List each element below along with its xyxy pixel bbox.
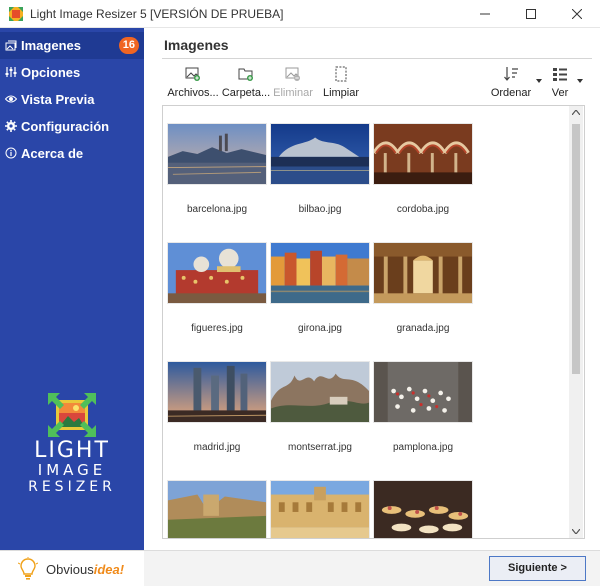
sidebar-item-label: Configuración: [21, 119, 110, 134]
image-thumbnail: [373, 361, 473, 423]
add-image-icon: [185, 67, 200, 81]
view-button[interactable]: Ver: [546, 66, 574, 100]
image-thumbnail: [270, 242, 370, 304]
image-thumbnail: [270, 123, 370, 185]
sidebar-item-configuracion[interactable]: Configuración: [0, 113, 144, 140]
sidebar-item-label: Acerca de: [21, 146, 84, 161]
brand-line-image: IMAGE: [37, 461, 107, 479]
main-panel: Imagenes Archivos... Carpeta... Eliminar: [144, 28, 600, 550]
sidebar: Imagenes 16 Opciones Vista Previa Config…: [0, 28, 144, 550]
image-filename: cordoba.jpg: [396, 204, 450, 215]
obviousidea-footer[interactable]: Obviousidea!: [0, 550, 144, 586]
sidebar-item-imagenes[interactable]: Imagenes 16: [0, 32, 144, 59]
image-thumbnail: [373, 123, 473, 185]
image-filename: montserrat.jpg: [288, 442, 352, 453]
images-icon: [5, 40, 17, 51]
image-filename: granada.jpg: [396, 323, 450, 334]
sort-dropdown-caret-icon[interactable]: [536, 79, 542, 83]
sort-icon: [504, 67, 518, 81]
remove-label: Eliminar: [273, 87, 313, 99]
minimize-icon: [480, 13, 490, 15]
gear-icon: [5, 120, 17, 132]
close-button[interactable]: [554, 0, 600, 28]
add-folder-label: Carpeta...: [221, 87, 271, 99]
app-icon: [9, 7, 23, 21]
bottom-bar: Siguiente >: [144, 550, 600, 586]
image-thumbnail: [373, 242, 473, 304]
window-title: Light Image Resizer 5 [VERSIÓN DE PRUEBA…: [30, 7, 284, 21]
image-thumbnail: [270, 480, 370, 538]
sidebar-item-label: Imagenes: [21, 38, 81, 53]
image-thumbnail: [167, 123, 267, 185]
light-image-resizer-logo: [48, 393, 96, 437]
image-grid[interactable]: barcelona.jpg bilbao.jpg cordoba.jpg fig…: [162, 105, 585, 539]
sort-button[interactable]: Ordenar: [490, 66, 532, 100]
image-filename: pamplona.jpg: [392, 442, 454, 453]
next-button[interactable]: Siguiente >: [489, 556, 586, 581]
minimize-button[interactable]: [462, 0, 508, 28]
clear-label: Limpiar: [322, 87, 360, 99]
title-divider: [162, 58, 592, 59]
scroll-up-icon[interactable]: [572, 110, 580, 115]
image-thumbnail: [167, 480, 267, 538]
view-dropdown-caret-icon[interactable]: [577, 79, 583, 83]
sidebar-item-label: Opciones: [21, 65, 81, 80]
view-list-icon: [553, 68, 567, 81]
lightbulb-icon: [18, 557, 38, 580]
image-count-badge: 16: [118, 37, 139, 54]
remove-button[interactable]: Eliminar: [268, 66, 318, 100]
maximize-icon: [526, 9, 536, 19]
obviousidea-brand: Obviousidea!: [46, 562, 125, 577]
page-title: Imagenes: [164, 37, 229, 53]
scrollbar-thumb[interactable]: [572, 124, 580, 374]
sidebar-item-opciones[interactable]: Opciones: [0, 59, 144, 86]
image-filename: bilbao.jpg: [298, 204, 342, 215]
image-thumbnail: [373, 480, 473, 538]
brand-line-light: LIGHT: [34, 438, 110, 463]
clear-list-icon: [335, 66, 347, 82]
maximize-button[interactable]: [508, 0, 554, 28]
sidebar-item-vista-previa[interactable]: Vista Previa: [0, 86, 144, 113]
vertical-scrollbar[interactable]: [569, 106, 583, 538]
add-files-label: Archivos...: [167, 87, 219, 99]
image-thumbnail: [167, 242, 267, 304]
close-icon: [572, 9, 582, 19]
brand-line-resizer: RESIZER: [28, 479, 116, 495]
add-files-button[interactable]: Archivos...: [166, 66, 220, 100]
view-label: Ver: [551, 87, 569, 99]
image-thumbnail: [270, 361, 370, 423]
scroll-down-icon[interactable]: [572, 529, 580, 534]
sidebar-item-label: Vista Previa: [21, 92, 95, 107]
title-bar: Light Image Resizer 5 [VERSIÓN DE PRUEBA…: [0, 0, 600, 28]
image-filename: girona.jpg: [298, 323, 342, 334]
remove-image-icon: [285, 67, 300, 81]
add-folder-button[interactable]: Carpeta...: [217, 66, 275, 100]
image-thumbnail: [167, 361, 267, 423]
sort-label: Ordenar: [490, 87, 532, 99]
sidebar-item-acerca-de[interactable]: Acerca de: [0, 140, 144, 167]
eye-icon: [5, 95, 17, 103]
sliders-icon: [5, 67, 17, 77]
add-folder-icon: [238, 68, 253, 81]
info-icon: [5, 147, 17, 159]
clear-button[interactable]: Limpiar: [316, 66, 366, 100]
